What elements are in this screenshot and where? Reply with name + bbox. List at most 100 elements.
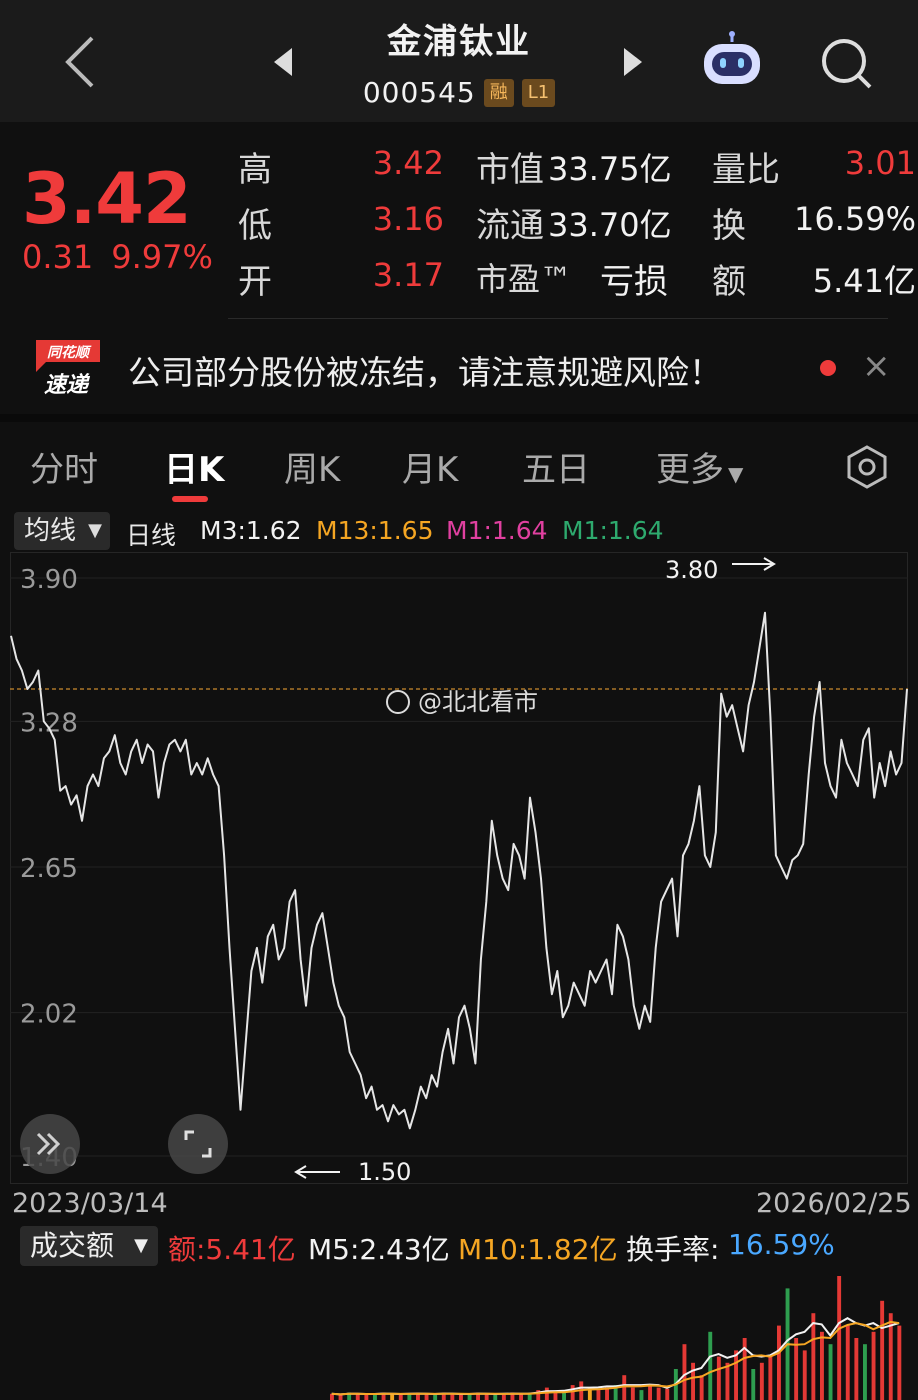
volume-bar [777, 1325, 781, 1400]
price-change: 0.31 9.97% [22, 238, 213, 276]
volume-bar [725, 1362, 730, 1400]
ma-type-dropdown[interactable]: 均线 ▼ [14, 512, 110, 550]
tab-weekly-k[interactable]: 周K [284, 442, 340, 491]
chevron-down-icon: ▼ [728, 462, 744, 486]
volume-bar [820, 1331, 824, 1400]
tab-more[interactable]: 更多 ▼ [656, 442, 743, 491]
float-cap-value: 33.70亿 [548, 206, 672, 244]
volume-bar [734, 1350, 738, 1400]
volume-bar [871, 1331, 876, 1400]
volume-bar [433, 1395, 438, 1400]
volume-bar [845, 1325, 850, 1400]
back-icon[interactable] [58, 34, 102, 90]
open-value: 3.17 [372, 256, 444, 294]
notice-text: 公司部分股份被冻结，请注意规避风险！ [128, 353, 722, 392]
volume-bar [656, 1387, 661, 1400]
expand-icon[interactable] [168, 1114, 228, 1174]
y-tick-label: 2.65 [20, 854, 78, 884]
chevron-down-icon: ▼ [88, 520, 102, 541]
volume-ratio-value: 3.01 [844, 144, 916, 182]
ma-type-label: 均线 [24, 516, 77, 546]
volume-bar [691, 1362, 695, 1400]
volume-indicator-label: 成交额 [30, 1229, 115, 1262]
volume-bar [639, 1390, 644, 1400]
volume-indicator-dropdown[interactable]: 成交额 ▼ [20, 1226, 158, 1266]
market-cap-label: 市值 [476, 150, 544, 190]
volume-legend: 成交额 ▼ 额:5.41亿 M5:2.43亿 M10:1.82亿 换手率: 16.… [0, 1224, 918, 1270]
volume-bar [751, 1369, 756, 1400]
volume-ratio-label: 量比 [712, 150, 780, 190]
logo-text-bottom: 速递 [44, 372, 91, 398]
level-badge: L1 [521, 78, 556, 107]
weibo-icon [386, 690, 410, 714]
volume-bar [338, 1395, 343, 1400]
fast-forward-icon[interactable] [20, 1114, 80, 1174]
price-chart-svg: 3.903.282.652.021.40@北北看市3.801.50 [10, 552, 908, 1184]
tab-more-label: 更多 [656, 450, 724, 490]
annotation-high: 3.80 [665, 556, 718, 584]
ma-legend: 均线 ▼ 日线 M3:1.62 M13:1.65 M1:1.64 M1:1.64 [0, 508, 918, 552]
section-divider [0, 414, 918, 422]
volume-bar [562, 1392, 566, 1400]
quote-divider [228, 318, 888, 319]
notice-banner[interactable]: 同花顺 速递 公司部分股份被冻结，请注意规避风险！ × [0, 322, 918, 414]
ma-item-m1-a: M1:1.64 [446, 516, 548, 545]
volume-bar [622, 1375, 627, 1400]
volume-bar [648, 1385, 652, 1400]
turnover-rate-label: 换手率: [626, 1233, 720, 1266]
margin-badge: 融 [483, 78, 514, 107]
tab-daily-k[interactable]: 日K [164, 442, 224, 491]
volume-bar [699, 1375, 704, 1400]
watermark-text: @北北看市 [418, 688, 538, 716]
last-price: 3.42 [22, 158, 192, 240]
amount-label: 额 [712, 262, 746, 302]
end-date: 2026/02/25 [756, 1188, 912, 1219]
active-tab-indicator [172, 496, 208, 502]
volume-amount: 额:5.41亿 [168, 1233, 296, 1266]
volume-chart-svg [330, 1276, 902, 1400]
chart-frame [10, 552, 908, 1184]
float-cap-label: 流通 [476, 206, 544, 246]
volume-bar [570, 1385, 575, 1400]
close-icon[interactable]: × [862, 346, 891, 386]
volume-bar [708, 1331, 713, 1400]
turnover-value: 16.59% [793, 200, 916, 238]
volume-bar [459, 1395, 463, 1400]
volume-bar [863, 1344, 867, 1400]
stock-name: 金浦钛业 [387, 22, 531, 62]
ma-item-m1-b: M1:1.64 [562, 516, 664, 545]
volume-bar [596, 1390, 601, 1400]
quote-panel: 3.42 0.31 9.97% 高 3.42 市值 33.75亿 量比 3.01 … [0, 122, 918, 320]
volume-bar [854, 1338, 859, 1400]
turnover-label: 换 [712, 206, 746, 246]
volume-bar [811, 1313, 816, 1400]
settings-hexagon-icon[interactable] [844, 444, 890, 490]
pe-ttm-label: 市盈™ [476, 260, 573, 298]
next-stock-icon[interactable] [618, 44, 648, 80]
prev-stock-icon[interactable] [268, 44, 298, 80]
tab-monthly-k[interactable]: 月K [402, 442, 458, 491]
ma-item-m13: M13:1.65 [316, 516, 434, 545]
tab-intraday[interactable]: 分时 [30, 442, 98, 491]
chevron-down-icon: ▼ [134, 1235, 148, 1256]
volume-m5: M5:2.43亿 [308, 1233, 450, 1266]
volume-bar [837, 1276, 842, 1400]
change-percent: 9.97% [111, 238, 213, 276]
y-tick-label: 2.02 [20, 1000, 78, 1030]
volume-bar [768, 1356, 773, 1400]
top-bar: 金浦钛业 000545 融 L1 [0, 0, 918, 122]
annotation-low: 1.50 [358, 1158, 411, 1184]
volume-bar [682, 1344, 687, 1400]
volume-bar [828, 1344, 833, 1400]
volume-bar [897, 1325, 902, 1400]
y-tick-label: 3.28 [20, 708, 78, 738]
price-chart[interactable]: 3.903.282.652.021.40@北北看市3.801.50 [10, 552, 908, 1184]
market-cap-value: 33.75亿 [548, 150, 672, 188]
ai-assistant-robot-icon[interactable] [698, 30, 766, 90]
tab-five-day[interactable]: 五日 [522, 442, 590, 491]
stock-code-row: 000545 融 L1 [300, 76, 618, 109]
search-icon[interactable] [818, 36, 876, 92]
volume-chart[interactable] [10, 1270, 908, 1400]
volume-bar [802, 1350, 807, 1400]
ma-period-label: 日线 [126, 521, 177, 550]
